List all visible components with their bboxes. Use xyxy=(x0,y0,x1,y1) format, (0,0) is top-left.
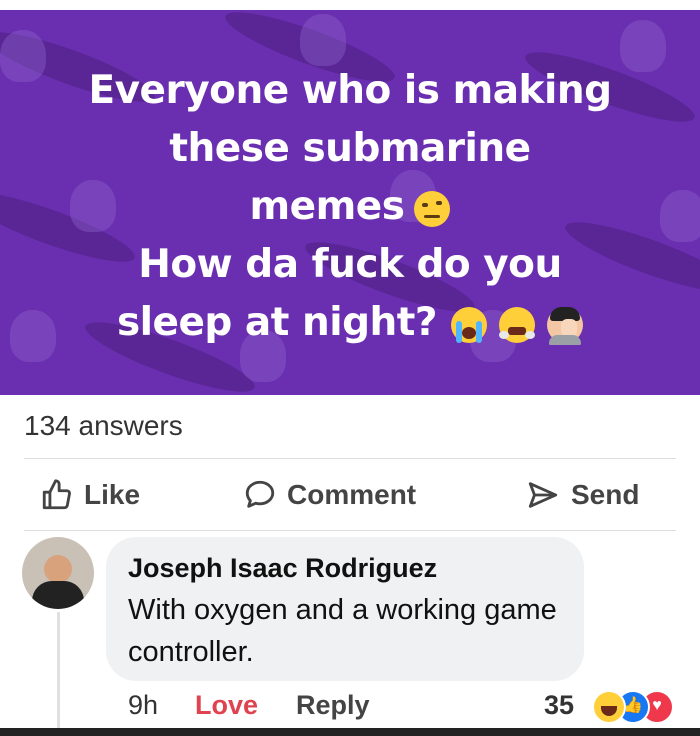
post-text-line: sleep at night? xyxy=(0,294,700,352)
comment-bubble: Joseph Isaac Rodriguez With oxygen and a… xyxy=(106,537,584,681)
comment-label: Comment xyxy=(287,479,417,510)
divider xyxy=(24,530,676,531)
post-text-line: memes xyxy=(0,178,700,236)
answers-count[interactable]: 134 answers xyxy=(24,410,183,442)
thread-line xyxy=(57,612,60,736)
like-label: Like xyxy=(84,479,141,510)
send-icon xyxy=(528,482,558,508)
thumbs-up-icon xyxy=(42,479,71,510)
post-text-line: How da fuck do you xyxy=(138,242,562,287)
face-with-steam-icon xyxy=(499,306,536,343)
reply-button[interactable]: Reply xyxy=(296,690,370,721)
post-text-line: these submarine xyxy=(169,126,531,171)
like-button[interactable]: Like xyxy=(40,475,140,515)
divider xyxy=(24,458,676,459)
comment-time[interactable]: 9h xyxy=(128,690,158,721)
comment-bubble-icon xyxy=(245,480,275,508)
love-reaction-button[interactable]: Love xyxy=(195,690,258,721)
reaction-count[interactable]: 35 xyxy=(544,690,574,721)
bottom-edge xyxy=(0,728,700,736)
comment-button[interactable]: Comment xyxy=(243,475,416,515)
raised-eyebrow-face-icon xyxy=(414,190,451,227)
post-text-line: Everyone who is making xyxy=(88,68,612,113)
send-label: Send xyxy=(571,479,640,510)
avatar[interactable] xyxy=(22,537,94,609)
loudly-crying-face-icon xyxy=(451,306,488,343)
comment-text: With oxygen and a working game controlle… xyxy=(128,594,557,668)
send-button[interactable]: Send xyxy=(525,475,639,515)
post-banner: Everyone who is making these submarine m… xyxy=(0,10,700,395)
haha-reaction-icon xyxy=(592,690,626,724)
post-text: Everyone who is making these submarine m… xyxy=(0,62,700,352)
comment-author[interactable]: Joseph Isaac Rodriguez xyxy=(128,553,437,584)
facepalm-person-icon xyxy=(547,306,584,345)
post-card: Everyone who is making these submarine m… xyxy=(0,0,700,736)
